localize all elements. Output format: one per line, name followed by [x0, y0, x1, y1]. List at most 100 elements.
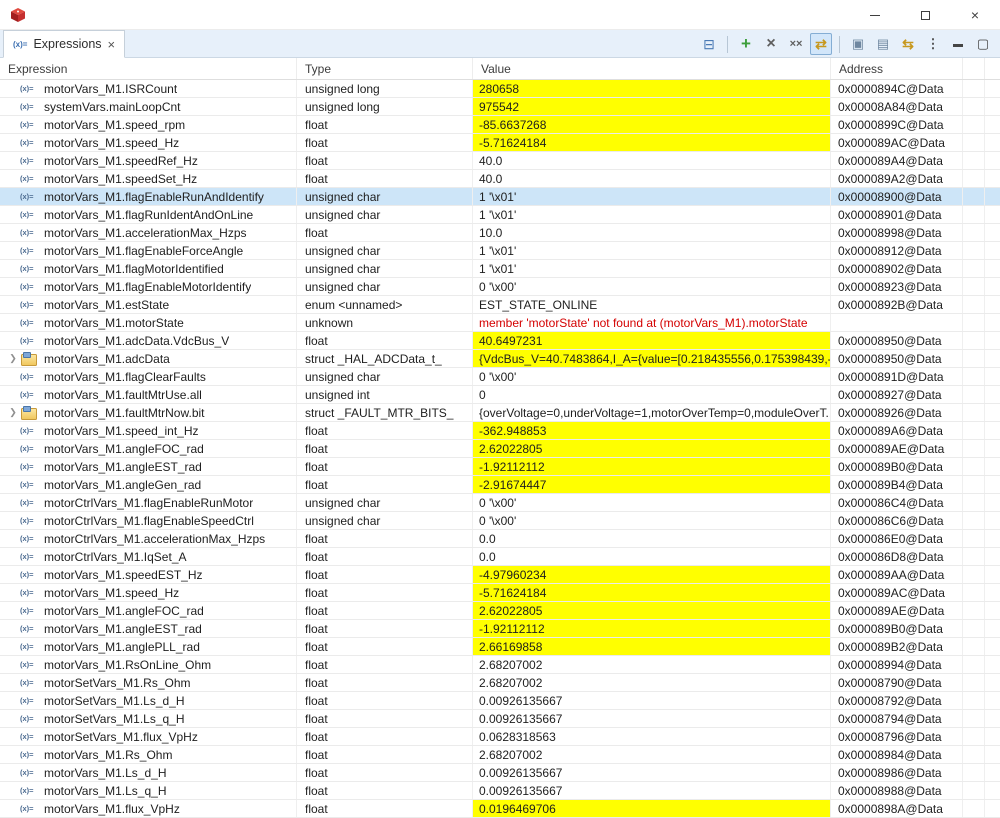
- table-row[interactable]: (x)= motorVars_M1.speed_int_Hz float -36…: [0, 422, 1000, 440]
- value-cell[interactable]: 2.62022805: [473, 602, 831, 619]
- window-minimize-button[interactable]: [850, 0, 900, 30]
- table-row[interactable]: (x)= motorVars_M1.Rs_Ohm float 2.6820700…: [0, 746, 1000, 764]
- value-cell[interactable]: 0.0196469706: [473, 800, 831, 817]
- continuous-refresh-button[interactable]: ⇄: [810, 33, 832, 55]
- table-row[interactable]: (x)= motorVars_M1.estState enum <unnamed…: [0, 296, 1000, 314]
- value-cell[interactable]: 1 '\x01': [473, 188, 831, 205]
- table-row[interactable]: (x)= motorCtrlVars_M1.IqSet_A float 0.0 …: [0, 548, 1000, 566]
- value-cell[interactable]: 0.00926135667: [473, 782, 831, 799]
- value-cell[interactable]: -85.6637268: [473, 116, 831, 133]
- expand-chevron-icon[interactable]: ❯: [6, 407, 20, 418]
- value-cell[interactable]: 1 '\x01': [473, 260, 831, 277]
- table-row[interactable]: (x)= motorVars_M1.angleEST_rad float -1.…: [0, 620, 1000, 638]
- value-cell[interactable]: 2.66169858: [473, 638, 831, 655]
- window-maximize-button[interactable]: [900, 0, 950, 30]
- view-menu-button[interactable]: ⋮: [922, 33, 944, 55]
- table-row[interactable]: (x)= motorVars_M1.flux_VpHz float 0.0196…: [0, 800, 1000, 818]
- table-row[interactable]: (x)= motorVars_M1.flagMotorIdentified un…: [0, 260, 1000, 278]
- table-row[interactable]: (x)= motorVars_M1.angleGen_rad float -2.…: [0, 476, 1000, 494]
- minimize-view-button[interactable]: ▬: [947, 33, 969, 55]
- refresh-button[interactable]: ⇆: [897, 33, 919, 55]
- value-cell[interactable]: -1.92112112: [473, 620, 831, 637]
- value-cell[interactable]: 0 '\x00': [473, 494, 831, 511]
- table-row[interactable]: (x)= motorVars_M1.accelerationMax_Hzps f…: [0, 224, 1000, 242]
- value-cell[interactable]: -1.92112112: [473, 458, 831, 475]
- value-cell[interactable]: 1 '\x01': [473, 206, 831, 223]
- add-expression-button[interactable]: +: [735, 33, 757, 55]
- remove-expression-button[interactable]: ×: [760, 33, 782, 55]
- column-header-address[interactable]: Address: [831, 58, 963, 79]
- value-cell[interactable]: 0 '\x00': [473, 278, 831, 295]
- table-row[interactable]: (x)= motorVars_M1.Ls_q_H float 0.0092613…: [0, 782, 1000, 800]
- expand-chevron-icon[interactable]: ❯: [6, 353, 20, 364]
- table-row[interactable]: (x)= systemVars.mainLoopCnt unsigned lon…: [0, 98, 1000, 116]
- table-row[interactable]: (x)= motorVars_M1.flagClearFaults unsign…: [0, 368, 1000, 386]
- table-row[interactable]: (x)= motorVars_M1.speed_Hz float -5.7162…: [0, 584, 1000, 602]
- value-cell[interactable]: 40.0: [473, 152, 831, 169]
- table-row[interactable]: (x)= motorVars_M1.angleFOC_rad float 2.6…: [0, 440, 1000, 458]
- value-cell[interactable]: -362.948853: [473, 422, 831, 439]
- value-cell[interactable]: 0.0628318563: [473, 728, 831, 745]
- table-row[interactable]: (x)= motorVars_M1.speedEST_Hz float -4.9…: [0, 566, 1000, 584]
- value-cell[interactable]: 0.0: [473, 530, 831, 547]
- table-row[interactable]: (x)= motorVars_M1.adcData.VdcBus_V float…: [0, 332, 1000, 350]
- column-header-expression[interactable]: Expression: [0, 58, 297, 79]
- value-cell[interactable]: 0.0: [473, 548, 831, 565]
- value-cell[interactable]: 40.6497231: [473, 332, 831, 349]
- table-row[interactable]: (x)= motorSetVars_M1.Ls_q_H float 0.0092…: [0, 710, 1000, 728]
- table-row[interactable]: (x)= motorVars_M1.angleEST_rad float -1.…: [0, 458, 1000, 476]
- value-cell[interactable]: 1 '\x01': [473, 242, 831, 259]
- value-cell[interactable]: 2.68207002: [473, 746, 831, 763]
- value-cell[interactable]: 40.0: [473, 170, 831, 187]
- value-cell[interactable]: EST_STATE_ONLINE: [473, 296, 831, 313]
- column-header-value[interactable]: Value: [473, 58, 831, 79]
- table-row[interactable]: (x)= motorCtrlVars_M1.flagEnableRunMotor…: [0, 494, 1000, 512]
- value-cell[interactable]: -2.91674447: [473, 476, 831, 493]
- table-row[interactable]: (x)= motorVars_M1.faultMtrUse.all unsign…: [0, 386, 1000, 404]
- table-row[interactable]: (x)= motorVars_M1.speedSet_Hz float 40.0…: [0, 170, 1000, 188]
- table-row[interactable]: ❯ motorVars_M1.adcData struct _HAL_ADCDa…: [0, 350, 1000, 368]
- tab-close-icon[interactable]: ×: [108, 38, 116, 51]
- table-row[interactable]: (x)= motorVars_M1.Ls_d_H float 0.0092613…: [0, 764, 1000, 782]
- table-row[interactable]: (x)= motorSetVars_M1.flux_VpHz float 0.0…: [0, 728, 1000, 746]
- value-cell[interactable]: 280658: [473, 80, 831, 97]
- table-row[interactable]: (x)= motorVars_M1.flagEnableRunAndIdenti…: [0, 188, 1000, 206]
- value-cell[interactable]: 0 '\x00': [473, 368, 831, 385]
- column-header-type[interactable]: Type: [297, 58, 473, 79]
- pin-view-button[interactable]: ▤: [872, 33, 894, 55]
- value-cell[interactable]: 10.0: [473, 224, 831, 241]
- value-cell[interactable]: {VdcBus_V=40.7483864,I_A={value=[0.21843…: [473, 350, 831, 367]
- value-cell[interactable]: member 'motorState' not found at (motorV…: [473, 314, 831, 331]
- value-cell[interactable]: 975542: [473, 98, 831, 115]
- table-row[interactable]: (x)= motorVars_M1.ISRCount unsigned long…: [0, 80, 1000, 98]
- value-cell[interactable]: {overVoltage=0,underVoltage=1,motorOverT…: [473, 404, 831, 421]
- value-cell[interactable]: 0: [473, 386, 831, 403]
- table-row[interactable]: (x)= motorVars_M1.angleFOC_rad float 2.6…: [0, 602, 1000, 620]
- maximize-view-button[interactable]: ▢: [972, 33, 994, 55]
- remove-all-expressions-button[interactable]: ××: [785, 33, 807, 55]
- table-row[interactable]: (x)= motorVars_M1.speed_Hz float -5.7162…: [0, 134, 1000, 152]
- table-row[interactable]: (x)= motorVars_M1.speedRef_Hz float 40.0…: [0, 152, 1000, 170]
- window-close-button[interactable]: ×: [950, 0, 1000, 30]
- value-cell[interactable]: 0 '\x00': [473, 512, 831, 529]
- new-expressions-view-button[interactable]: ▣: [847, 33, 869, 55]
- table-row[interactable]: (x)= motorSetVars_M1.Rs_Ohm float 2.6820…: [0, 674, 1000, 692]
- table-row[interactable]: (x)= motorCtrlVars_M1.flagEnableSpeedCtr…: [0, 512, 1000, 530]
- table-row[interactable]: (x)= motorVars_M1.flagRunIdentAndOnLine …: [0, 206, 1000, 224]
- table-row[interactable]: (x)= motorCtrlVars_M1.accelerationMax_Hz…: [0, 530, 1000, 548]
- table-row[interactable]: (x)= motorVars_M1.motorState unknown mem…: [0, 314, 1000, 332]
- table-row[interactable]: (x)= motorVars_M1.flagEnableForceAngle u…: [0, 242, 1000, 260]
- tab-expressions[interactable]: (x)= Expressions ×: [3, 30, 125, 58]
- value-cell[interactable]: -4.97960234: [473, 566, 831, 583]
- collapse-all-button[interactable]: ⊟: [698, 33, 720, 55]
- value-cell[interactable]: 2.68207002: [473, 674, 831, 691]
- table-row[interactable]: (x)= motorVars_M1.anglePLL_rad float 2.6…: [0, 638, 1000, 656]
- table-row[interactable]: (x)= motorVars_M1.RsOnLine_Ohm float 2.6…: [0, 656, 1000, 674]
- value-cell[interactable]: 2.62022805: [473, 440, 831, 457]
- value-cell[interactable]: 2.68207002: [473, 656, 831, 673]
- table-row[interactable]: (x)= motorSetVars_M1.Ls_d_H float 0.0092…: [0, 692, 1000, 710]
- table-row[interactable]: ❯ motorVars_M1.faultMtrNow.bit struct _F…: [0, 404, 1000, 422]
- value-cell[interactable]: 0.00926135667: [473, 710, 831, 727]
- table-row[interactable]: (x)= motorVars_M1.flagEnableMotorIdentif…: [0, 278, 1000, 296]
- table-row[interactable]: (x)= motorVars_M1.speed_rpm float -85.66…: [0, 116, 1000, 134]
